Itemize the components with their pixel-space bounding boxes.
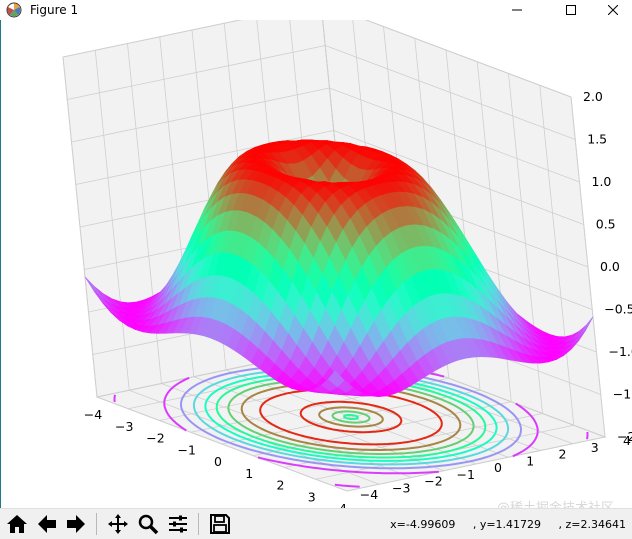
- x-tick-label: 4: [339, 501, 347, 508]
- pan-icon: [107, 513, 129, 535]
- y-tick-label: 3: [591, 440, 599, 455]
- y-tick-label: −3: [392, 480, 410, 495]
- z-tick-label: −1.0: [609, 344, 632, 359]
- home-icon: [6, 513, 28, 535]
- z-tick-label: 1.0: [592, 174, 612, 189]
- home-button[interactable]: [5, 512, 29, 536]
- contour-line: [587, 432, 588, 439]
- x-tick-label: 1: [245, 466, 253, 481]
- y-tick-label: −1: [457, 467, 475, 482]
- pan-button[interactable]: [106, 512, 130, 536]
- x-tick-label: −4: [84, 407, 102, 422]
- back-arrow-icon: [36, 513, 58, 535]
- z-tick-label: 2.0: [583, 89, 603, 104]
- x-tick-label: 0: [214, 454, 222, 469]
- y-tick-label: 2: [559, 447, 567, 462]
- forward-button[interactable]: [64, 512, 88, 536]
- maximize-icon: [566, 5, 576, 15]
- z-tick-label: −0.5: [604, 302, 632, 317]
- save-button[interactable]: [208, 512, 232, 536]
- x-tick-label: 2: [277, 478, 285, 493]
- z-tick-label: −1.5: [613, 387, 632, 402]
- save-icon: [209, 513, 231, 535]
- configure-subplots-button[interactable]: [166, 512, 190, 536]
- zoom-icon: [137, 513, 159, 535]
- x-tick-label: −1: [178, 442, 196, 457]
- zoom-button[interactable]: [136, 512, 160, 536]
- y-tick-label: −2: [424, 474, 442, 489]
- minimize-icon: [512, 5, 522, 15]
- window-title: Figure 1: [30, 3, 78, 17]
- title-bar: Figure 1: [0, 0, 632, 20]
- y-tick-label: 1: [526, 453, 534, 468]
- y-tick-label: 0: [494, 460, 502, 475]
- subplots-icon: [167, 513, 189, 535]
- surface-plot-canvas[interactable]: −4−3−2−101234−4−3−2−101234−2.0−1.5−1.0−0…: [0, 20, 632, 508]
- minimize-button[interactable]: [494, 0, 540, 20]
- navigation-toolbar: x=-4.99609 , y=1.41729 , z=2.34641: [0, 508, 632, 539]
- maximize-button[interactable]: [548, 0, 594, 20]
- close-icon: [608, 5, 618, 15]
- figure-window: Figure 1 −4−3−2−101234−4−3−2−101234−2.0−…: [0, 0, 632, 538]
- z-tick-label: 0.0: [600, 259, 620, 274]
- toolbar-separator: [198, 513, 199, 535]
- z-tick-label: −2.0: [617, 429, 632, 444]
- back-button[interactable]: [35, 512, 59, 536]
- z-tick-label: 0.5: [596, 217, 616, 232]
- z-tick-label: 1.5: [587, 132, 607, 147]
- x-tick-label: −2: [146, 431, 164, 446]
- forward-arrow-icon: [65, 513, 87, 535]
- matplotlib-logo-icon: [6, 2, 22, 18]
- toolbar-separator: [96, 513, 97, 535]
- close-button[interactable]: [594, 0, 632, 20]
- contour-line: [115, 395, 116, 402]
- y-tick-label: −4: [360, 487, 378, 502]
- x-tick-label: −3: [115, 419, 133, 434]
- x-tick-label: 3: [308, 489, 316, 504]
- cursor-coordinates: x=-4.99609 , y=1.41729 , z=2.34641: [390, 518, 626, 531]
